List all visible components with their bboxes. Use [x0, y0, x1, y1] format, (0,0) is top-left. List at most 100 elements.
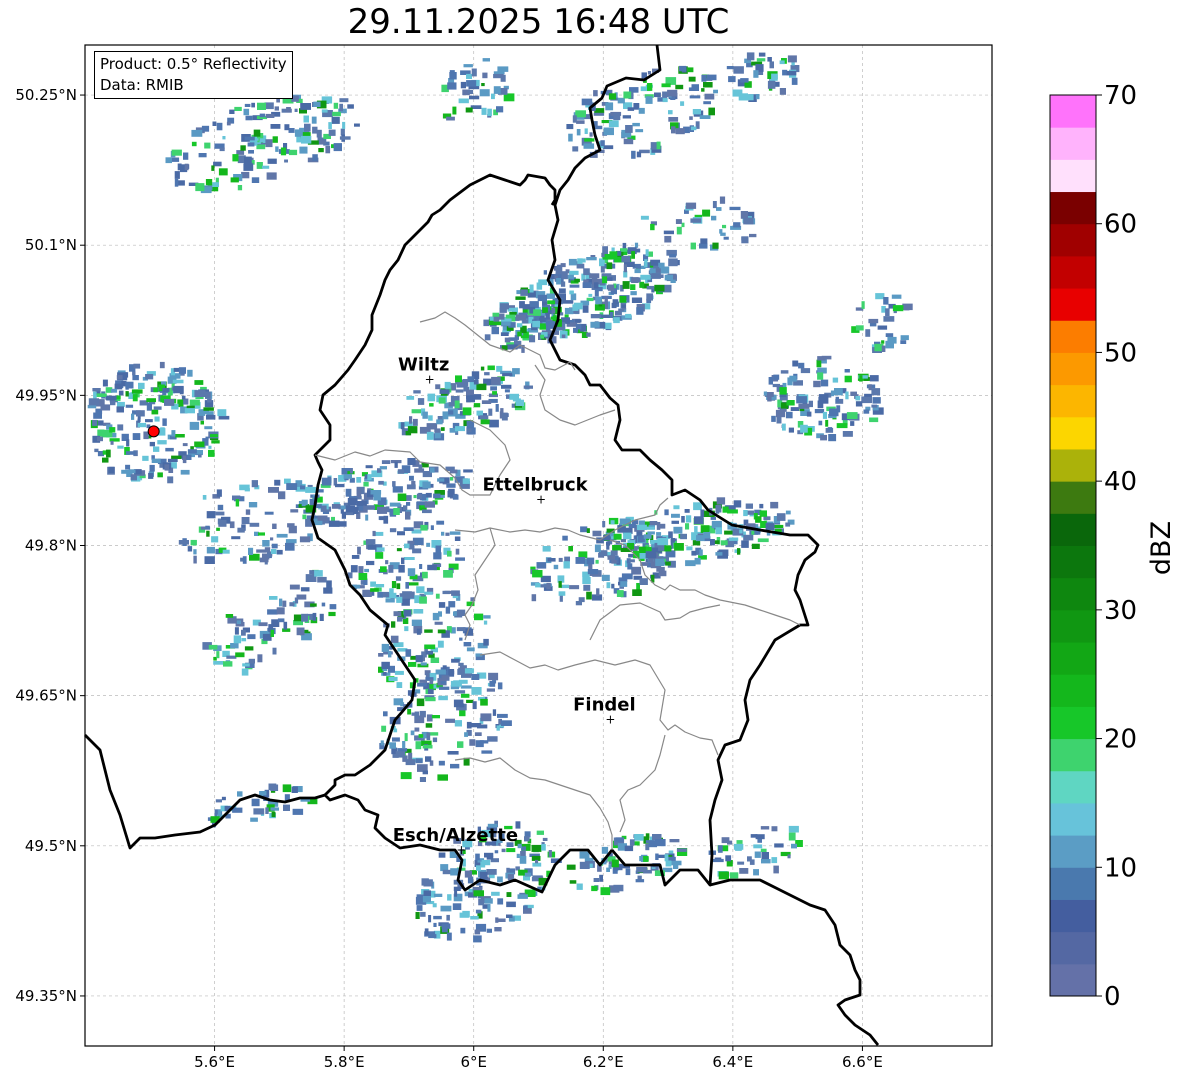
echo-cell	[671, 520, 679, 524]
echo-cell	[206, 511, 216, 519]
echo-cell	[469, 95, 480, 100]
echo-cell	[447, 751, 459, 755]
echo-cell	[532, 570, 543, 578]
echo-cell	[341, 511, 346, 519]
echo-cell	[595, 296, 602, 305]
echo-cell	[381, 460, 391, 464]
echo-cell	[339, 98, 349, 103]
echo-cell	[594, 282, 599, 289]
echo-cell	[782, 69, 788, 76]
echo-cell	[110, 440, 114, 445]
echo-cell	[452, 903, 462, 910]
echo-cell	[376, 547, 385, 552]
echo-cell	[622, 281, 630, 289]
echo-cell	[636, 583, 640, 591]
echo-cell	[455, 426, 465, 432]
echo-cell	[671, 126, 676, 134]
echo-cell	[692, 109, 701, 115]
echo-cell	[442, 590, 450, 595]
echo-cell	[465, 107, 473, 113]
city-label: Esch/Alzette	[393, 825, 518, 846]
echo-cell	[806, 411, 812, 417]
echo-cell	[271, 811, 276, 818]
echo-cell	[406, 484, 416, 490]
echo-cell	[414, 727, 420, 732]
echo-cell	[693, 502, 702, 511]
echo-cell	[785, 411, 793, 419]
echo-cell	[435, 593, 440, 599]
echo-cell	[132, 433, 141, 440]
radar-site-marker	[147, 425, 160, 438]
echo-cell	[419, 596, 427, 604]
echo-cell	[483, 615, 491, 619]
echo-cell	[729, 206, 741, 211]
echo-cell	[248, 547, 254, 555]
echo-cell	[425, 650, 433, 655]
echo-cell	[256, 144, 266, 150]
echo-cell	[679, 65, 686, 72]
echo-cell	[363, 481, 369, 487]
echo-cell	[558, 288, 566, 294]
echo-cell	[569, 270, 579, 275]
radar-map: 5.6°E 5.8°E 6°E 6.2°E 6.4°E 6.6°E 49.35°N 49.5°…	[15, 44, 993, 1071]
echo-cell	[241, 668, 249, 676]
echo-cell	[296, 627, 305, 636]
echo-cell	[721, 837, 730, 844]
echo-cell	[187, 449, 197, 454]
echo-cell	[476, 865, 481, 871]
echo-cell	[767, 80, 776, 89]
echo-cell	[639, 281, 645, 288]
echo-cell	[396, 548, 402, 552]
echo-cell	[668, 110, 673, 115]
echo-cell	[257, 102, 266, 110]
echo-cell	[560, 281, 566, 287]
echo-cell	[208, 445, 212, 449]
echo-cell	[403, 557, 415, 560]
echo-cell	[594, 544, 601, 553]
echo-cell	[521, 846, 527, 851]
echo-cell	[639, 578, 648, 585]
echo-cell	[620, 581, 628, 587]
echo-cell	[611, 583, 615, 589]
echo-cell	[154, 416, 160, 422]
echo-cell	[126, 451, 136, 455]
echo-cell	[491, 891, 500, 896]
echo-cell	[767, 57, 772, 62]
echo-cell	[407, 591, 415, 599]
echo-cell	[540, 584, 547, 588]
echo-cell	[132, 375, 139, 381]
echo-cell	[579, 861, 590, 869]
x-tick-label: 6°E	[460, 1053, 487, 1071]
echo-cell	[321, 602, 326, 607]
echo-cell	[92, 419, 98, 426]
echo-cell	[441, 923, 451, 929]
echo-cell	[312, 154, 318, 161]
echo-cell	[635, 129, 644, 133]
echo-cell	[212, 182, 219, 187]
echo-cell	[753, 869, 759, 876]
echo-cell	[636, 524, 647, 530]
echo-cell	[855, 396, 861, 401]
echo-cell	[582, 577, 591, 584]
echo-cell	[117, 445, 124, 449]
echo-cell	[217, 409, 227, 417]
echo-cell	[370, 588, 379, 592]
echo-cell	[476, 410, 483, 416]
echo-cell	[274, 479, 281, 486]
echo-cell	[621, 255, 631, 263]
echo-cell	[756, 58, 766, 62]
echo-cell	[586, 557, 595, 565]
echo-cell	[669, 254, 677, 258]
echo-cell	[568, 546, 573, 552]
echo-cell	[441, 675, 450, 681]
echo-cell	[572, 146, 579, 152]
echo-cell	[637, 875, 642, 880]
echo-cell	[213, 656, 217, 661]
echo-cell	[423, 879, 433, 887]
echo-cell	[427, 393, 436, 402]
echo-cell	[438, 695, 448, 701]
echo-cell	[792, 360, 799, 367]
echo-cell	[656, 522, 661, 530]
echo-cell	[441, 531, 445, 536]
echo-cell	[193, 555, 197, 564]
